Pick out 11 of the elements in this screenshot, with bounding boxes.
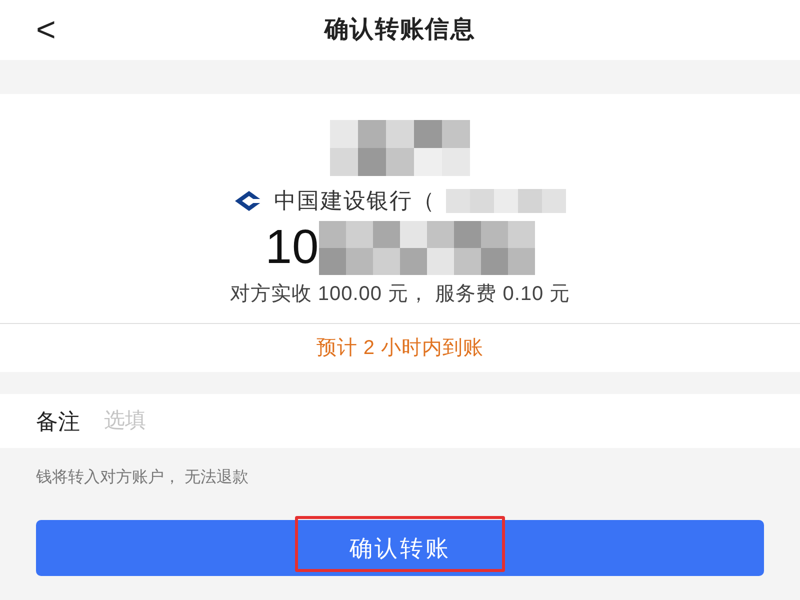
bank-logo-icon <box>234 190 264 212</box>
refund-notice: 钱将转入对方账户， 无法退款 <box>35 468 250 488</box>
back-button[interactable]: < <box>36 13 56 47</box>
amount: 10 <box>265 224 319 272</box>
received-and-fee: 对方实收 100.00 元， 服务费 0.10 元 <box>230 282 570 307</box>
remark-label: 备注 <box>36 408 80 436</box>
remark-input[interactable]: 选填 <box>104 405 764 437</box>
bank-name: 中国建设银行（ <box>274 187 436 215</box>
page-title: 确认转账信息 <box>324 15 476 45</box>
arrival-estimate: 预计 2 小时内到账 <box>316 336 484 361</box>
remark-row[interactable]: 备注 选填 <box>0 394 800 448</box>
